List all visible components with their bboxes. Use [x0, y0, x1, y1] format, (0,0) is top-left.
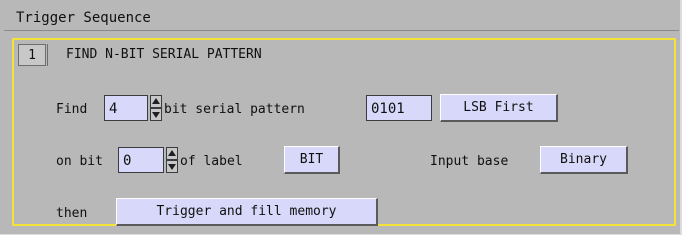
input-base-button[interactable]: Binary: [540, 146, 628, 174]
bit-number-stepper[interactable]: [166, 147, 178, 173]
on-bit-label: on bit: [56, 154, 103, 169]
label-select-button[interactable]: BIT: [284, 146, 340, 174]
trigger-action-button[interactable]: Trigger and fill memory: [116, 198, 378, 226]
increment-arrow-icon[interactable]: [166, 147, 178, 160]
input-base-label: Input base: [430, 154, 509, 169]
bit-count-stepper[interactable]: [150, 95, 162, 121]
step-number-button[interactable]: 1: [18, 44, 46, 66]
step-title: FIND N-BIT SERIAL PATTERN: [66, 47, 262, 62]
find-label: Find: [56, 102, 88, 117]
bit-serial-pattern-label: bit serial pattern: [164, 102, 305, 117]
bit-order-button[interactable]: LSB First: [440, 94, 558, 122]
pattern-field[interactable]: 0101: [366, 95, 432, 121]
title-divider: [4, 30, 679, 31]
sequence-step-panel: 1 FIND N-BIT SERIAL PATTERN Find 4 bit s…: [12, 38, 676, 226]
bit-count-field[interactable]: 4: [104, 95, 148, 121]
bit-number-field[interactable]: 0: [118, 147, 164, 173]
trigger-sequence-window: Trigger Sequence 1 FIND N-BIT SERIAL PAT…: [0, 0, 682, 235]
step-divider: [47, 44, 48, 66]
of-label-label: of label: [180, 154, 243, 169]
window-title: Trigger Sequence: [16, 10, 151, 26]
decrement-arrow-icon[interactable]: [150, 108, 162, 121]
then-label: then: [56, 206, 88, 221]
decrement-arrow-icon[interactable]: [166, 160, 178, 173]
increment-arrow-icon[interactable]: [150, 95, 162, 108]
